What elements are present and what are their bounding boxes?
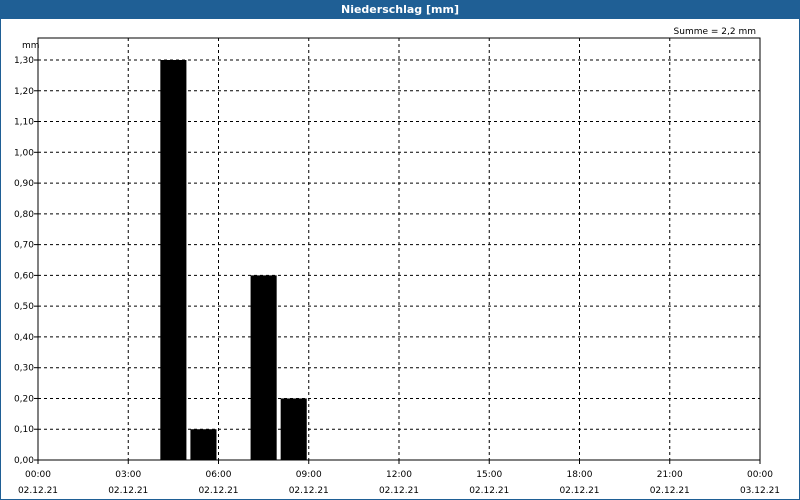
bars bbox=[160, 60, 307, 460]
y-tick-label: 0,60 bbox=[14, 271, 34, 281]
y-tick-label: 0,10 bbox=[14, 425, 34, 435]
x-tick-date: 03.12.21 bbox=[740, 486, 780, 496]
precipitation-bar bbox=[160, 60, 187, 460]
y-tick-label: 0,30 bbox=[14, 364, 34, 374]
precipitation-bar bbox=[280, 398, 307, 460]
x-tick-date: 02.12.21 bbox=[469, 486, 509, 496]
y-axis-ticks: 0,00 0,10 0,20 0,30 0,40 0,50 0,60 0,70 0,80 0,90… bbox=[14, 56, 38, 466]
precipitation-bar bbox=[190, 429, 217, 460]
x-tick-time: 09:00 bbox=[296, 470, 322, 480]
y-tick-label: 0,70 bbox=[14, 241, 34, 251]
y-tick-label: 0,90 bbox=[14, 179, 34, 189]
y-tick-label: 0,40 bbox=[14, 333, 34, 343]
y-tick-label: 0,20 bbox=[14, 394, 34, 404]
x-tick-date: 02.12.21 bbox=[379, 486, 419, 496]
x-tick-time: 18:00 bbox=[567, 470, 593, 480]
y-axis-unit: mm bbox=[22, 41, 40, 51]
y-tick-label: 1,20 bbox=[14, 87, 34, 97]
precipitation-chart: 0,00 0,10 0,20 0,30 0,40 0,50 0,60 0,70 0,80 0,90… bbox=[14, 27, 780, 496]
x-tick-date: 02.12.21 bbox=[650, 486, 690, 496]
x-tick-time: 12:00 bbox=[386, 470, 412, 480]
x-tick-time: 00:00 bbox=[747, 470, 773, 480]
y-tick-label: 1,10 bbox=[14, 118, 34, 128]
x-tick-date: 02.12.21 bbox=[559, 486, 599, 496]
x-tick-date: 02.12.21 bbox=[289, 486, 329, 496]
x-tick-time: 00:00 bbox=[25, 470, 51, 480]
precipitation-bar bbox=[250, 275, 277, 460]
grid-lines bbox=[38, 38, 760, 460]
x-axis-ticks: 00:00 02.12.21 03:00 02.12.21 06:00 02.12.21 0… bbox=[18, 460, 780, 496]
x-tick-time: 03:00 bbox=[115, 470, 141, 480]
y-tick-label: 1,00 bbox=[14, 148, 34, 158]
x-tick-time: 15:00 bbox=[476, 470, 502, 480]
y-tick-label: 1,30 bbox=[14, 56, 34, 66]
x-tick-time: 21:00 bbox=[657, 470, 683, 480]
x-tick-date: 02.12.21 bbox=[198, 486, 238, 496]
y-tick-label: 0,50 bbox=[14, 302, 34, 312]
x-tick-date: 02.12.21 bbox=[18, 486, 58, 496]
sum-label: Summe = 2,2 mm bbox=[674, 27, 756, 37]
x-tick-date: 02.12.21 bbox=[108, 486, 148, 496]
y-tick-label: 0,80 bbox=[14, 210, 34, 220]
x-tick-time: 06:00 bbox=[206, 470, 232, 480]
y-tick-label: 0,00 bbox=[14, 456, 34, 466]
